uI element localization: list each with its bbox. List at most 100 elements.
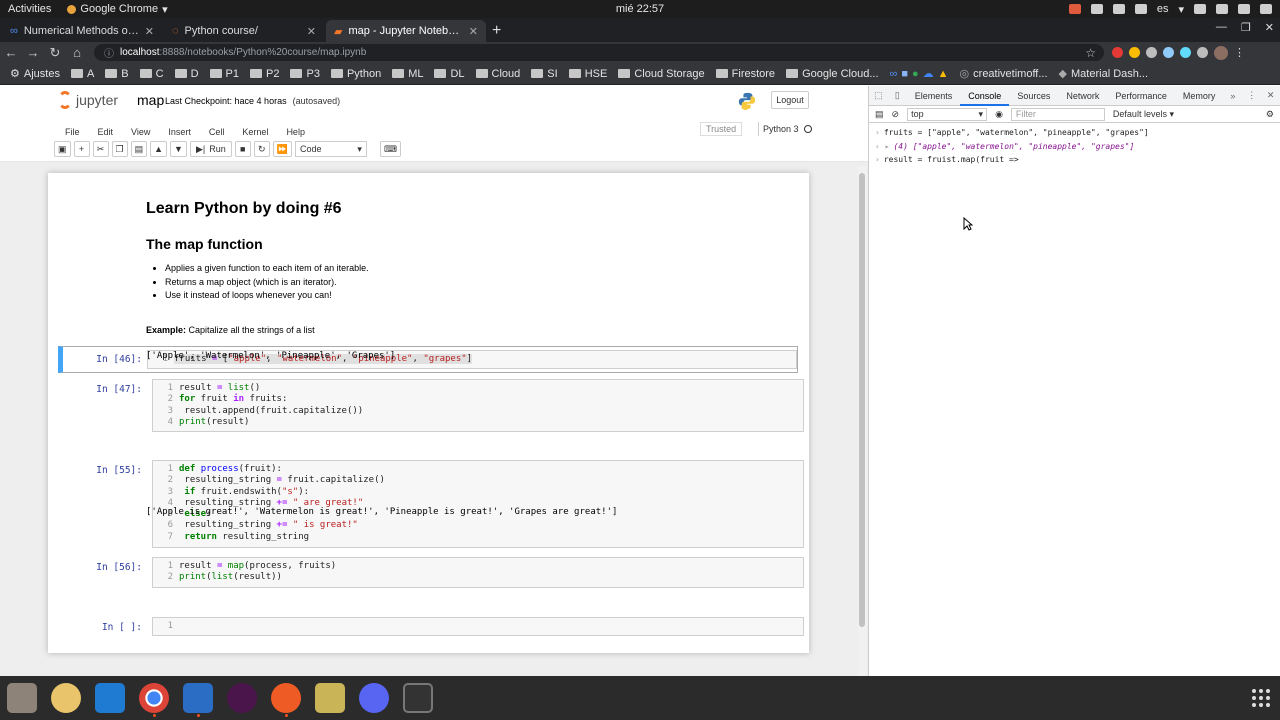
bookmark-folder[interactable]: Python <box>330 68 381 80</box>
paste-icon[interactable]: ▤ <box>130 141 148 157</box>
menu-file[interactable]: File <box>56 127 89 137</box>
close-icon[interactable]: ✕ <box>1261 90 1280 101</box>
tab-numerical-methods[interactable]: ∞ Numerical Methods of Int ✕ <box>2 20 162 42</box>
fast-forward-icon[interactable]: ⏩ <box>272 141 292 157</box>
extension-icon[interactable] <box>1197 47 1208 58</box>
app-menu[interactable]: Google Chrome ▾ <box>67 3 168 16</box>
dock-vscode[interactable] <box>88 676 132 720</box>
notebook-name[interactable]: map <box>137 92 164 108</box>
minimize-icon[interactable]: — <box>1216 21 1227 34</box>
code-cell[interactable]: In [55]: 1 def process(fruit): 2 resultin… <box>58 460 804 550</box>
code-cell[interactable]: In [56]: 1 result = map(process, fruits) … <box>58 557 804 607</box>
menu-view[interactable]: View <box>122 127 159 137</box>
power-icon[interactable] <box>1260 4 1272 14</box>
tab-console[interactable]: Console <box>960 86 1010 106</box>
code-cell[interactable]: In [47]: 1 result = list() 2 for fruit in … <box>58 379 804 459</box>
clear-console-icon[interactable]: ⊘ <box>892 109 900 120</box>
maximize-icon[interactable]: ❐ <box>1241 21 1251 34</box>
bookmark-icons-group[interactable]: ∞ ■ ● ☁ ▲ <box>890 67 949 81</box>
bookmark-material-dash[interactable]: ◆ Material Dash... <box>1059 67 1149 81</box>
dock-writer[interactable] <box>176 676 220 720</box>
dock-files[interactable] <box>0 676 44 720</box>
console-filter-input[interactable]: Filter <box>1010 107 1105 121</box>
bookmark-folder[interactable]: SI <box>531 68 558 80</box>
dock-terminal[interactable] <box>396 676 440 720</box>
code-cell-empty[interactable]: In [ ]: 1 <box>58 617 804 641</box>
extension-icon[interactable] <box>1146 47 1157 58</box>
bookmark-folder[interactable]: C <box>139 68 164 80</box>
back-icon[interactable]: ← <box>0 45 22 60</box>
clock[interactable]: mié 22:57 <box>616 3 664 15</box>
url-bar[interactable]: ⓘ localhost:8888/notebooks/Python%20cour… <box>94 44 1104 61</box>
extension-icon[interactable] <box>1129 47 1140 58</box>
more-menu-icon[interactable]: ⋮ <box>1234 46 1245 59</box>
dock-postman[interactable] <box>264 676 308 720</box>
more-menu-icon[interactable]: ⋮ <box>1242 90 1261 101</box>
code-editor[interactable]: 1 result = list() 2 for fruit in fruits: 3… <box>152 379 804 432</box>
notebook-scrollbar[interactable] <box>858 166 867 676</box>
forward-icon[interactable]: → <box>22 45 44 60</box>
language-indicator[interactable]: es <box>1157 3 1169 15</box>
eye-icon[interactable]: ◉ <box>995 109 1003 120</box>
device-toolbar-icon[interactable]: ▯ <box>888 90 907 101</box>
tab-python-course[interactable]: ◌ Python course/ ✕ <box>164 20 324 42</box>
dock-chrome[interactable] <box>132 676 176 720</box>
bookmark-folder[interactable]: HSE <box>568 68 607 80</box>
wifi-icon[interactable] <box>1194 4 1206 14</box>
tab-performance[interactable]: Performance <box>1107 86 1175 106</box>
dock-discord[interactable] <box>352 676 396 720</box>
tab-elements[interactable]: Elements <box>907 86 961 106</box>
code-editor[interactable]: 1 <box>152 617 804 636</box>
new-tab-button[interactable]: + <box>492 22 501 40</box>
more-tabs-icon[interactable]: » <box>1223 91 1242 101</box>
interrupt-icon[interactable]: ■ <box>234 141 251 157</box>
run-button[interactable]: ▶| Run <box>189 141 232 157</box>
bookmark-ajustes[interactable]: ⚙ Ajustes <box>10 67 60 81</box>
scrollbar-thumb[interactable] <box>859 173 865 627</box>
console-result-line[interactable]: ‹ ▸ (4) ["apple", "watermelon", "pineappl… <box>875 140 1280 154</box>
bookmark-folder[interactable]: D <box>174 68 199 80</box>
menu-insert[interactable]: Insert <box>159 127 200 137</box>
bluetooth-icon[interactable] <box>1134 4 1147 14</box>
move-down-icon[interactable]: ▼ <box>170 141 187 157</box>
cut-icon[interactable]: ✂ <box>92 141 109 157</box>
close-icon[interactable]: ✕ <box>469 25 478 38</box>
bookmark-folder[interactable]: P2 <box>250 68 279 80</box>
bookmark-folder[interactable]: Cloud <box>475 68 520 80</box>
inspect-icon[interactable]: ⬚ <box>869 90 888 101</box>
logout-button[interactable]: Logout <box>771 91 809 109</box>
info-icon[interactable]: ⓘ <box>104 45 114 60</box>
sidebar-toggle-icon[interactable]: ▤ <box>875 109 884 120</box>
activities-button[interactable]: Activities <box>8 3 51 15</box>
bookmark-folder[interactable]: A <box>70 68 94 80</box>
context-select[interactable]: top ▾ <box>907 107 988 121</box>
home-icon[interactable]: ⌂ <box>66 45 88 60</box>
extension-icon[interactable] <box>1112 47 1123 58</box>
trusted-indicator[interactable]: Trusted <box>700 122 743 136</box>
menu-help[interactable]: Help <box>277 127 314 137</box>
move-up-icon[interactable]: ▲ <box>150 141 168 157</box>
save-icon[interactable]: ▣ <box>54 141 71 157</box>
close-icon[interactable]: ✕ <box>307 25 316 38</box>
bookmark-folder[interactable]: Google Cloud... <box>786 68 879 80</box>
bookmark-folder[interactable]: Firestore <box>715 68 775 80</box>
tab-sources[interactable]: Sources <box>1009 86 1058 106</box>
bookmark-folder[interactable]: B <box>105 68 129 80</box>
insert-cell-icon[interactable]: + <box>73 141 90 157</box>
dock-slack[interactable] <box>220 676 264 720</box>
bookmark-creativetim[interactable]: ◎ creativetimoff... <box>960 67 1048 81</box>
bookmark-folder[interactable]: P1 <box>209 68 239 80</box>
tab-network[interactable]: Network <box>1058 86 1107 106</box>
menu-kernel[interactable]: Kernel <box>233 127 277 137</box>
tab-memory[interactable]: Memory <box>1175 86 1224 106</box>
close-window-icon[interactable]: ✕ <box>1265 21 1274 34</box>
record-icon[interactable] <box>1068 4 1081 14</box>
menu-edit[interactable]: Edit <box>89 127 123 137</box>
bookmark-folder[interactable]: DL <box>434 68 465 80</box>
bookmark-folder[interactable]: Cloud Storage <box>618 68 705 80</box>
slack-tray-icon[interactable] <box>1112 4 1125 14</box>
discord-tray-icon[interactable] <box>1090 4 1103 14</box>
reload-icon[interactable]: ↻ <box>44 45 66 61</box>
menu-cell[interactable]: Cell <box>200 127 234 137</box>
jupyter-logo[interactable]: jupyter <box>58 91 118 109</box>
